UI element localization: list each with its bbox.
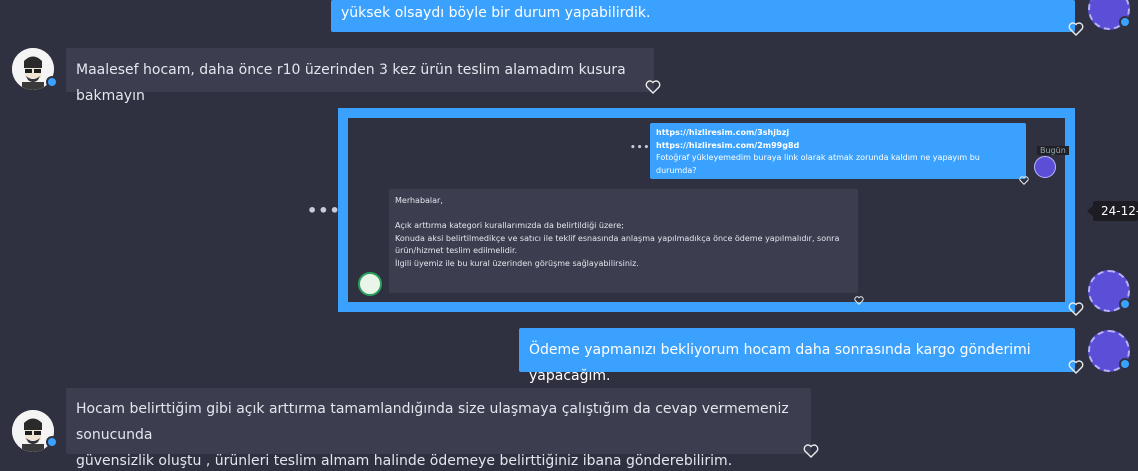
- message-bubble-mine: yüksek olsaydı böyle bir durum yapabilir…: [331, 0, 1075, 32]
- verified-badge-icon: [1119, 298, 1131, 310]
- message-text: Maalesef hocam, daha önce r10 üzerinden …: [76, 62, 626, 104]
- verified-badge-icon: [1119, 16, 1131, 28]
- heart-icon[interactable]: [645, 80, 661, 94]
- timestamp-tooltip: 24-12-2: [1093, 201, 1138, 221]
- embedded-link-2: https://hizliresim.com/2m99g8d: [656, 140, 800, 150]
- verified-badge-icon: [46, 436, 58, 448]
- embedded-link-1: https://hizliresim.com/3shjbzj: [656, 128, 790, 137]
- verified-badge-icon: [46, 76, 58, 88]
- more-dots-icon[interactable]: •••: [307, 201, 341, 220]
- message-bubble-theirs: Maalesef hocam, daha önce r10 üzerinden …: [66, 48, 654, 104]
- message-bubble-mine: Ödeme yapmanızı bekliyorum hocam daha so…: [519, 328, 1075, 384]
- heart-icon[interactable]: [1068, 22, 1084, 36]
- tooltip-arrow: [1087, 206, 1093, 216]
- heart-icon[interactable]: [803, 444, 819, 458]
- heart-icon[interactable]: [1068, 302, 1084, 316]
- embedded-sender-avatar: [358, 272, 382, 296]
- message-text: Ödeme yapmanızı bekliyorum hocam daha so…: [529, 342, 1031, 384]
- heart-icon: [854, 290, 864, 305]
- embedded-avatar: [1034, 156, 1056, 178]
- message-text-line: Hocam belirttiğim gibi açık arttırma tam…: [76, 401, 789, 443]
- message-bubble-theirs: Hocam belirttiğim gibi açık arttırma tam…: [66, 388, 811, 469]
- embedded-message-theirs: Merhabalar, Açık arttırma kategori kural…: [389, 189, 858, 293]
- embedded-message-mine: https://hizliresim.com/3shjbzj https://h…: [650, 123, 1026, 179]
- heart-icon[interactable]: [1068, 360, 1084, 374]
- embedded-question: Fotoğraf yükleyemedim buraya link olarak…: [656, 153, 980, 175]
- more-dots-icon: •••: [630, 143, 651, 153]
- message-text-line: güvensizlik oluştu , ürünleri teslim alm…: [76, 453, 733, 469]
- image-attachment[interactable]: https://hizliresim.com/3shjbzj https://h…: [338, 108, 1075, 312]
- embedded-screenshot: https://hizliresim.com/3shjbzj https://h…: [348, 118, 1069, 305]
- message-text: yüksek olsaydı böyle bir durum yapabilir…: [341, 5, 651, 21]
- verified-badge-icon: [1119, 358, 1131, 370]
- heart-icon: [1019, 170, 1029, 185]
- today-label: Bugün: [1037, 146, 1069, 155]
